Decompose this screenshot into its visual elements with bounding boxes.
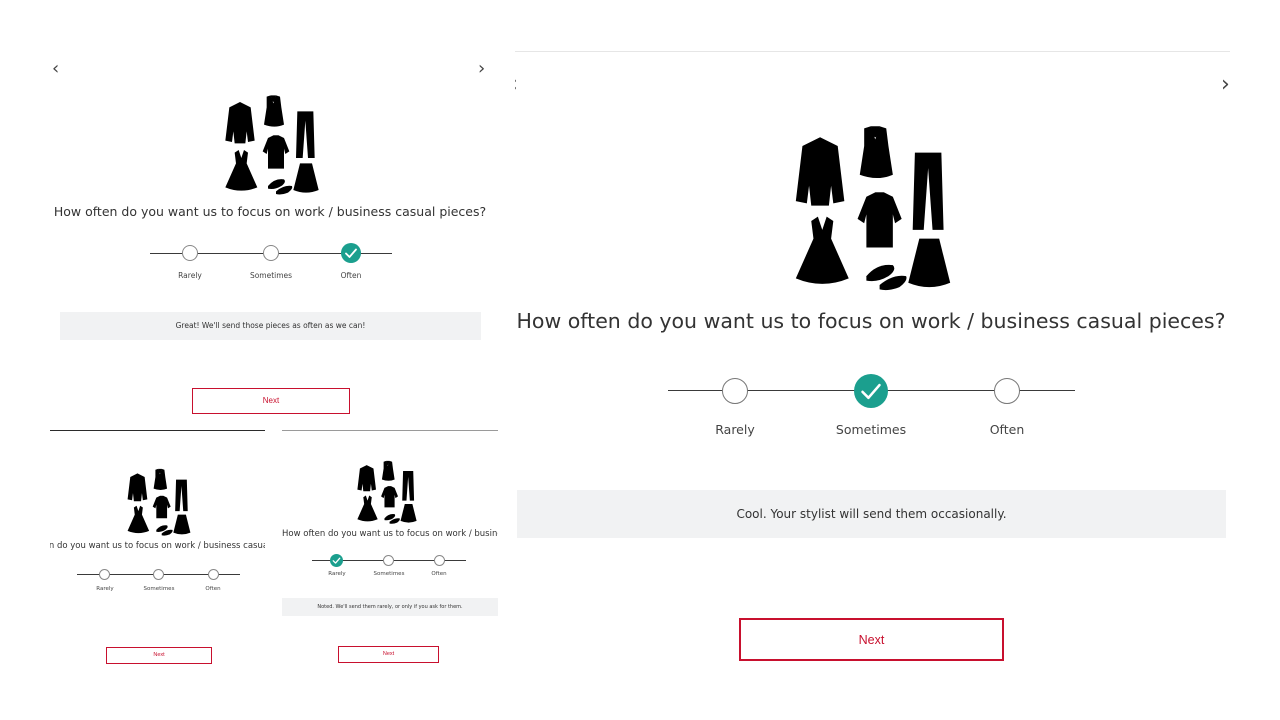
question-text: How often do you want us to focus on wor… (50, 541, 265, 551)
divider (50, 430, 265, 431)
option-sometimes-label: Sometimes (835, 422, 907, 437)
divider (515, 51, 1230, 52)
option-rarely-radio[interactable] (99, 569, 110, 580)
option-often-radio[interactable] (434, 555, 445, 566)
question-text: How often do you want us to focus on wor… (53, 204, 487, 219)
option-sometimes-label: Sometimes (249, 271, 293, 280)
option-often-radio[interactable] (994, 378, 1020, 404)
screen-sometimes: ‹ › How often do you want us to focus on… (515, 50, 1230, 690)
chevron-left-icon[interactable]: ‹ (52, 58, 59, 79)
option-often-label: Often (989, 422, 1025, 437)
feedback-message: Cool. Your stylist will send them occasi… (517, 490, 1226, 538)
option-rarely-radio[interactable] (182, 245, 198, 261)
option-sometimes-label: Sometimes (143, 586, 175, 592)
option-rarely-label: Rarely (715, 422, 755, 437)
chevron-right-icon[interactable]: › (478, 58, 485, 79)
question-text: How often do you want us to focus on wor… (282, 529, 498, 539)
divider (282, 430, 498, 431)
chevron-right-icon[interactable]: › (1221, 72, 1230, 97)
chevron-left-icon[interactable]: ‹ (515, 72, 518, 97)
option-often-radio[interactable] (341, 243, 361, 263)
option-often-label: Often (205, 586, 221, 592)
option-sometimes-radio[interactable] (854, 374, 888, 408)
feedback-message: Great! We'll send those pieces as often … (60, 312, 481, 340)
next-button[interactable]: Next (739, 618, 1004, 661)
screen-often: ‹ › How often do you want us to focus on… (40, 50, 510, 425)
clothing-illustration (127, 468, 191, 536)
next-button[interactable]: Next (192, 388, 350, 414)
screen-unselected: How often do you want us to focus on wor… (50, 430, 265, 670)
screen-rarely: How often do you want us to focus on wor… (282, 430, 498, 670)
option-sometimes-radio[interactable] (383, 555, 394, 566)
option-sometimes-radio[interactable] (263, 245, 279, 261)
question-text: How often do you want us to focus on wor… (516, 309, 1226, 333)
option-often-label: Often (431, 571, 447, 577)
option-rarely-radio[interactable] (330, 554, 343, 567)
feedback-message: Noted. We'll send them rarely, or only i… (282, 598, 498, 616)
clothing-illustration (225, 95, 319, 195)
clothing-illustration (357, 460, 417, 524)
clothing-illustration (795, 126, 951, 291)
check-icon (345, 248, 357, 258)
option-rarely-label: Rarely (96, 586, 114, 592)
option-often-radio[interactable] (208, 569, 219, 580)
option-sometimes-label: Sometimes (373, 571, 405, 577)
option-rarely-label: Rarely (178, 271, 202, 280)
next-button[interactable]: Next (106, 647, 212, 664)
option-often-label: Often (340, 271, 362, 280)
check-icon (332, 557, 341, 564)
next-button[interactable]: Next (338, 646, 439, 663)
option-rarely-radio[interactable] (722, 378, 748, 404)
option-rarely-label: Rarely (328, 571, 346, 577)
option-sometimes-radio[interactable] (153, 569, 164, 580)
check-icon (861, 383, 881, 400)
